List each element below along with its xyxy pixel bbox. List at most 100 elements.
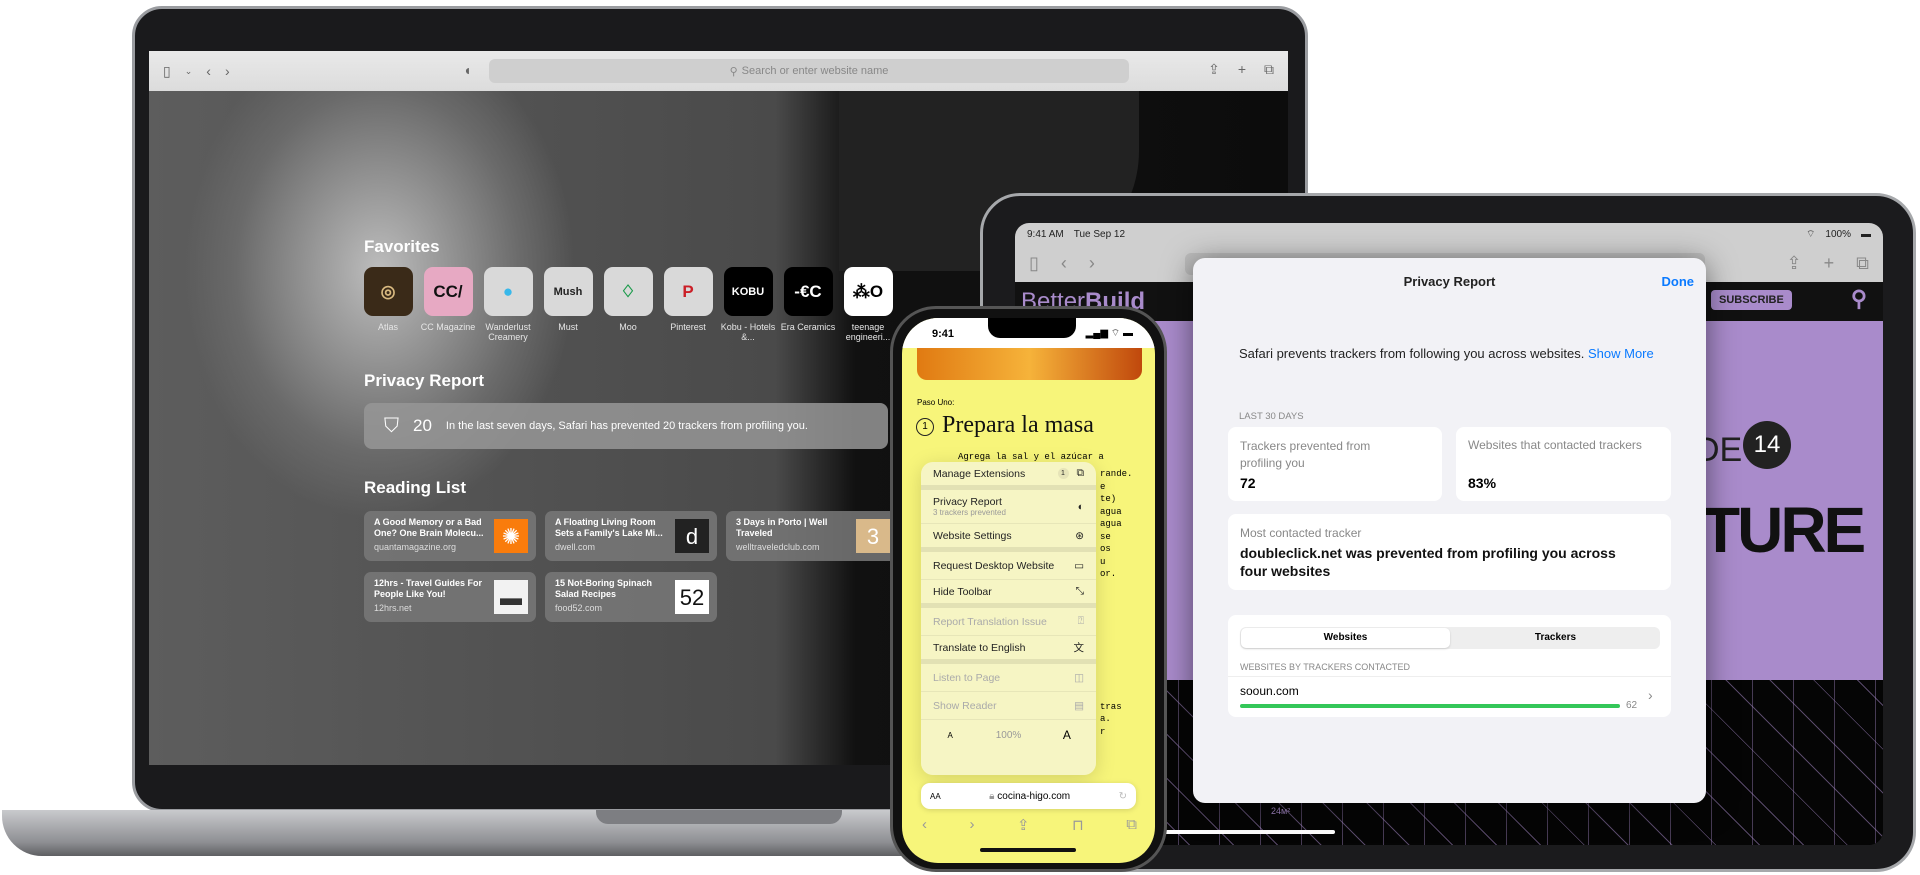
sidebar-icon[interactable]: ▯ — [1029, 253, 1039, 274]
stat-value: 83% — [1468, 475, 1497, 491]
thumbnail: 3 — [856, 519, 890, 553]
item-title: 12hrs - Travel Guides For People Like Yo… — [374, 578, 483, 599]
recipe-fragment: u — [1100, 556, 1106, 567]
menu-item[interactable]: Show Reader ▤ — [921, 692, 1096, 720]
websites-card: Websites Trackers WEBSITES BY TRACKERS C… — [1228, 615, 1671, 717]
menu-item[interactable]: Website Settings ⊛ — [921, 524, 1096, 552]
plus-icon[interactable]: + — [1238, 61, 1246, 78]
chevron-right-icon: › — [1648, 687, 1653, 703]
favorites-heading: Favorites — [364, 237, 440, 256]
favorite-label: Must — [558, 322, 578, 332]
favorite-item[interactable]: Mush Must — [538, 267, 598, 332]
menu-item[interactable]: Privacy Report 3 trackers prevented ◐ — [921, 490, 1096, 524]
menu-item[interactable]: Request Desktop Website ▭ — [921, 552, 1096, 580]
show-more-link[interactable]: Show More — [1588, 346, 1654, 361]
reading-list-item[interactable]: 15 Not-Boring Spinach Salad Recipes food5… — [545, 572, 717, 622]
sidebar-icon[interactable]: ▯ — [163, 63, 171, 80]
tabs-icon[interactable]: ⧉ — [1264, 61, 1274, 78]
done-button[interactable]: Done — [1662, 274, 1695, 289]
privacy-count: 20 — [413, 416, 432, 435]
tabs-icon[interactable]: ⧉ — [1126, 816, 1137, 834]
status-time: 9:41 — [932, 328, 955, 340]
favorite-label: Pinterest — [670, 322, 706, 332]
share-icon[interactable]: ⇪ — [1017, 816, 1030, 834]
extension-icon: ⧉ — [1076, 467, 1085, 479]
recipe-fragment: te) — [1100, 494, 1117, 504]
back-icon[interactable]: ‹ — [922, 816, 927, 834]
privacy-shield-icon[interactable]: ◖ — [463, 62, 471, 78]
favorite-item[interactable]: ◎ Atlas — [358, 267, 418, 332]
favorite-item[interactable]: P Pinterest — [658, 267, 718, 332]
step-number: 1 — [916, 418, 934, 436]
search-icon[interactable]: ⚲ — [1851, 286, 1867, 312]
forward-icon[interactable]: › — [1089, 253, 1095, 274]
menu-item[interactable]: Translate to English 文 — [921, 636, 1096, 664]
reading-list-item[interactable]: A Floating Living Room Sets a Family's L… — [545, 511, 717, 561]
favorite-item[interactable]: ⁂O teenage engineeri... — [838, 267, 898, 342]
thumbnail: d — [675, 519, 709, 553]
sheet-title: Privacy Report — [1403, 274, 1496, 289]
favorite-item[interactable]: ♢ Moo — [598, 267, 658, 332]
site-icon: ♢ — [603, 267, 653, 316]
reading-list-item[interactable]: A Good Memory or a Bad One? One Brain Mo… — [364, 511, 536, 561]
site-icon: ◎ — [363, 267, 413, 316]
zoom-in-button[interactable]: A — [1038, 728, 1096, 742]
stat-card-trackers: Trackers prevented from profiling you 72 — [1228, 427, 1442, 501]
forward-icon[interactable]: › — [225, 63, 230, 79]
back-icon[interactable]: ‹ — [206, 63, 211, 79]
menu-item-label: Translate to English — [933, 641, 1026, 654]
forward-icon[interactable]: › — [969, 816, 974, 834]
step-label: Paso Uno: — [917, 398, 955, 407]
thumbnail: 52 — [675, 580, 709, 614]
favorite-item[interactable]: KOBU Kobu - Hotels &... — [718, 267, 778, 342]
subscribe-button[interactable]: SUBSCRIBE — [1711, 290, 1792, 310]
privacy-report-sheet: Privacy Report Done Safari prevents trac… — [1193, 258, 1706, 803]
list-item[interactable]: sooun.com 62 › — [1228, 676, 1671, 714]
item-title: A Good Memory or a Bad One? One Brain Mo… — [374, 517, 484, 538]
menu-item-label: Manage Extensions — [933, 467, 1026, 480]
iphone-screen: 9:41 ▂▄▆ ⌔ ▬ Paso Uno: 1 Prepara la masa… — [902, 318, 1155, 863]
reading-list-item[interactable]: 3 Days in Porto | Well Traveled welltrave… — [726, 511, 898, 561]
search-placeholder: Search or enter website name — [741, 65, 889, 77]
reload-icon[interactable]: ↻ — [1119, 791, 1127, 802]
plus-icon[interactable]: + — [1824, 253, 1835, 274]
menu-item[interactable]: Hide Toolbar ⤡ — [921, 580, 1096, 608]
period-label: LAST 30 DAYS — [1239, 411, 1304, 422]
tab-trackers[interactable]: Trackers — [1451, 627, 1660, 649]
menu-item[interactable]: Manage Extensions 1 ⧉ — [921, 462, 1096, 490]
site-icon: ● — [483, 267, 533, 316]
address-bar[interactable]: AA 🔒︎ cocina-higo.com ↻ — [921, 783, 1136, 809]
zoom-out-button[interactable]: A — [921, 731, 979, 740]
favorite-label: teenage engineeri... — [845, 322, 891, 342]
safari-toolbar: ▯ ⌄ ‹ › ◖ ⚲ Search or enter website name … — [149, 51, 1288, 91]
menu-item[interactable]: Report Translation Issue ⍰ — [921, 608, 1096, 636]
tab-websites[interactable]: Websites — [1241, 628, 1450, 648]
address-bar[interactable]: ⚲ Search or enter website name — [489, 59, 1129, 83]
step-title: Prepara la masa — [942, 412, 1094, 438]
share-icon[interactable]: ⇪ — [1208, 61, 1220, 78]
site-name: sooun.com — [1240, 684, 1299, 698]
reader-icon: ▤ — [1074, 699, 1084, 712]
tabs-icon[interactable]: ⧉ — [1856, 253, 1869, 274]
stat-card-websites: Websites that contacted trackers 83% — [1456, 427, 1671, 501]
segmented-control: Websites Trackers — [1240, 627, 1660, 649]
chevron-down-icon[interactable]: ⌄ — [185, 66, 193, 77]
back-icon[interactable]: ‹ — [1061, 253, 1067, 274]
share-icon[interactable]: ⇪ — [1787, 253, 1802, 274]
menu-item[interactable]: Listen to Page ◫ — [921, 664, 1096, 692]
bookmarks-icon[interactable]: ⊓ — [1072, 816, 1084, 834]
privacy-report-card[interactable]: ⛉ 20 In the last seven days, Safari has … — [364, 403, 888, 449]
favorite-label: CC Magazine — [420, 322, 476, 332]
status-bar: 9:41 AM Tue Sep 12 ⌔ 100% ▬ — [1015, 223, 1883, 245]
recipe-fragment: agua — [1100, 519, 1122, 529]
url-text: 🔒︎ cocina-higo.com — [989, 790, 1071, 802]
page-menu: Manage Extensions 1 ⧉ Privacy Report 3 track… — [921, 462, 1096, 775]
reading-list-item[interactable]: 12hrs - Travel Guides For People Like Yo… — [364, 572, 536, 622]
item-title: A Floating Living Room Sets a Family's L… — [555, 517, 663, 538]
site-icon: Mush — [543, 267, 593, 316]
favorite-item[interactable]: -€C Era Ceramics — [778, 267, 838, 332]
menu-item-label: Privacy Report — [933, 496, 1002, 508]
favorite-item[interactable]: ● Wanderlust Creamery — [478, 267, 538, 342]
reader-options-button[interactable]: AA — [930, 792, 941, 801]
favorite-item[interactable]: CC/CC Magazine — [418, 267, 478, 332]
